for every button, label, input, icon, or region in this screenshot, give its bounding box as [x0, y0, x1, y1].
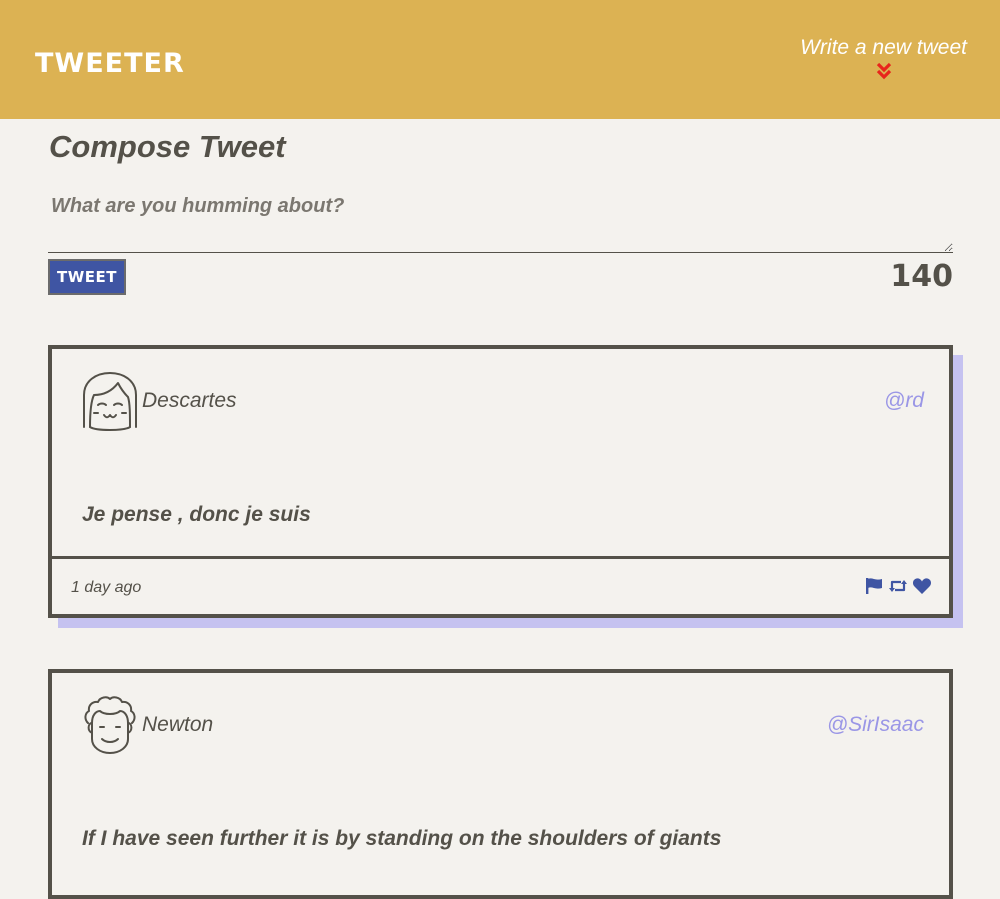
tweet-card: Newton @SirIsaac If I have seen further … [48, 669, 953, 899]
tweet-text-input[interactable] [48, 195, 953, 253]
girl-face-icon [83, 372, 137, 431]
author-handle[interactable]: @rd [884, 389, 924, 413]
retweet-icon[interactable] [888, 577, 908, 595]
tweet-header: Newton @SirIsaac [52, 673, 949, 763]
tweet-submit-button[interactable]: Tweet [48, 259, 126, 295]
author-name: Descartes [142, 389, 237, 412]
compose-section: Compose Tweet Tweet 140 [48, 119, 953, 303]
top-navbar: Tweeter Write a new tweet [0, 0, 1000, 119]
author-handle[interactable]: @SirIsaac [827, 713, 924, 737]
tweet-timestamp: 1 day ago [71, 579, 142, 596]
tweet-header: Descartes @rd [52, 349, 949, 439]
compose-form: Tweet 140 [48, 167, 953, 303]
curly-hair-face-icon [84, 696, 136, 754]
tweet-footer: 1 day ago [52, 556, 949, 614]
flag-icon[interactable] [864, 577, 884, 595]
character-counter: 140 [890, 259, 953, 294]
heart-icon[interactable] [912, 577, 932, 595]
tweet-content: Je pense , donc je suis [82, 503, 311, 526]
double-chevron-down-icon[interactable] [875, 62, 893, 80]
compose-controls: Tweet 140 [48, 253, 953, 303]
brand-logo[interactable]: Tweeter [35, 48, 185, 79]
tweet-actions [864, 577, 932, 595]
write-new-tweet-label[interactable]: Write a new tweet [800, 36, 967, 60]
tweet-content: If I have seen further it is by standing… [82, 827, 722, 850]
author-name: Newton [142, 713, 214, 736]
tweet-card: Descartes @rd Je pense , donc je suis 1 … [48, 345, 953, 618]
compose-title: Compose Tweet [49, 129, 286, 164]
write-new-tweet-toggle[interactable]: Write a new tweet [800, 36, 967, 80]
